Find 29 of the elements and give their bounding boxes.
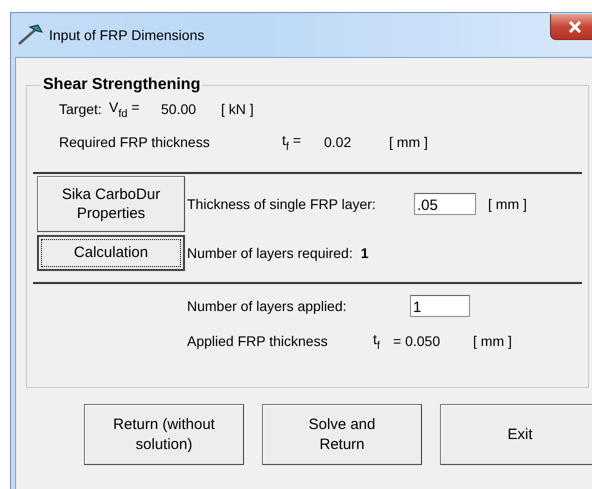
unit-label: [ mm ] — [473, 333, 512, 349]
target-label: Target: — [59, 101, 103, 117]
properties-button[interactable]: Sika CarboDur Properties — [37, 176, 185, 232]
layer-thickness-label: Thickness of single FRP layer: — [187, 196, 377, 212]
applied-thickness-value: = 0.050 — [393, 333, 442, 349]
layers-applied-field[interactable]: 1 — [410, 295, 470, 317]
target-symbol: V$_{fd}$ = — [109, 98, 141, 120]
layers-required-label: Number of layers required: — [187, 245, 353, 261]
applied-thickness-label: Applied FRP thickness — [187, 333, 329, 349]
thickness-symbol: t$_{f}$ — [373, 330, 381, 352]
close-button[interactable] — [550, 14, 592, 40]
unit-label: [ kN ] — [221, 101, 254, 117]
dialog-button[interactable]: Solve and Return — [262, 404, 422, 465]
thickness-symbol: t$_{f}$ = — [282, 132, 302, 152]
target-value: 50.00 — [161, 101, 198, 117]
required-thickness-label: Required FRP thickness — [59, 134, 211, 150]
calculation-button[interactable]: Calculation — [37, 235, 185, 271]
window-title: Input of FRP Dimensions — [49, 27, 204, 43]
layers-required-value: 1 — [360, 245, 369, 261]
unit-label: [ mm ] — [389, 134, 428, 150]
dialog-button[interactable]: Return (without solution) — [84, 404, 244, 465]
required-thickness-value: 0.02 — [324, 134, 352, 150]
group-title: Shear Strengthening — [42, 76, 202, 94]
dialog-button[interactable]: Exit — [440, 404, 592, 465]
layer-thickness-field[interactable]: .05 — [414, 193, 476, 215]
close-icon — [568, 20, 582, 32]
layers-applied-label: Number of layers applied: — [187, 298, 348, 314]
hammer-icon — [17, 24, 43, 46]
unit-label: [ mm ] — [488, 196, 527, 212]
